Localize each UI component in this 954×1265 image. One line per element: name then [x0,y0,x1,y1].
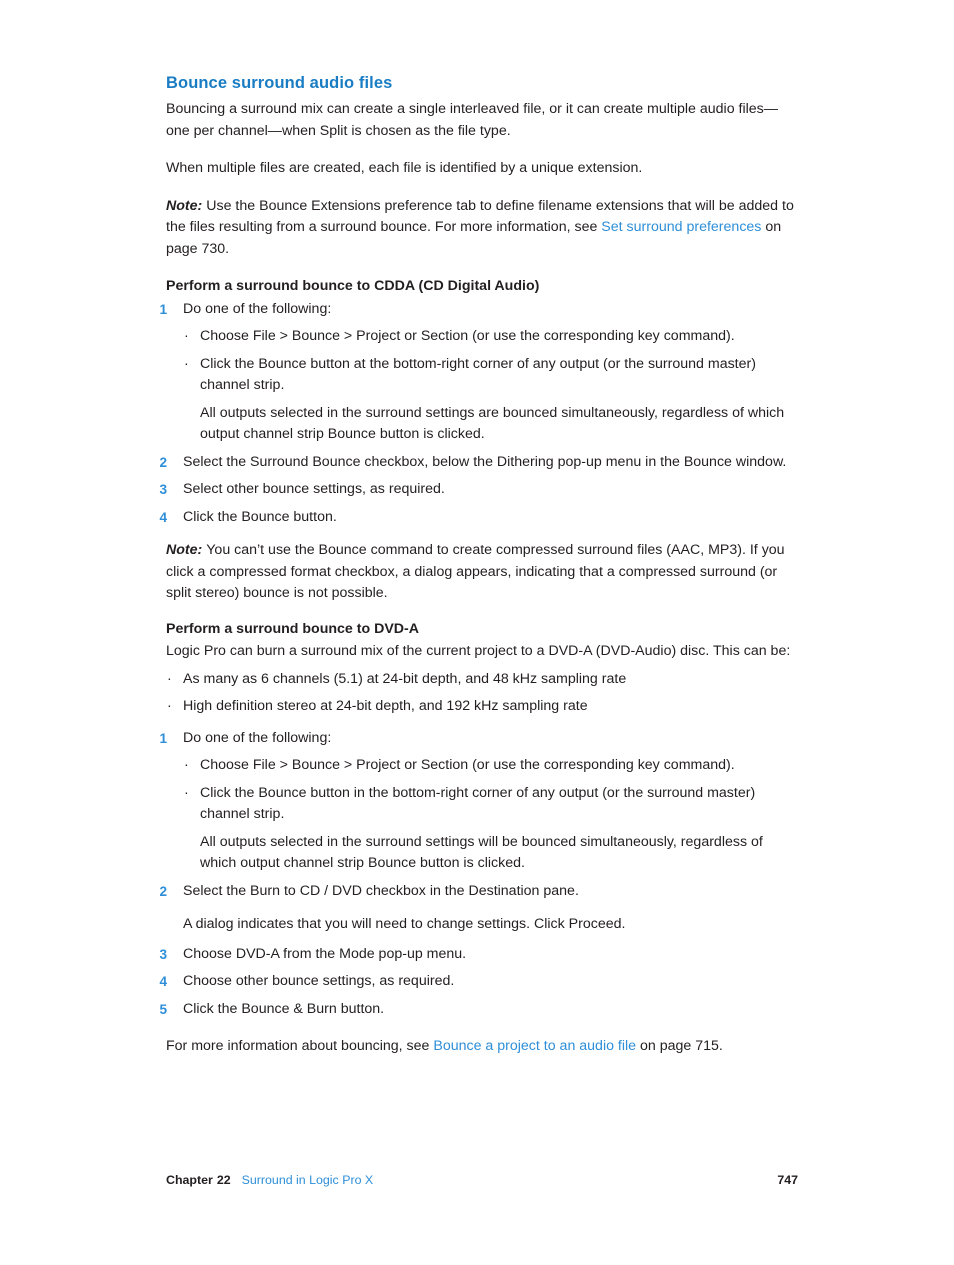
closing-text-before-link: For more information about bouncing, see [166,1038,434,1054]
intro-paragraph-2: When multiple files are created, each fi… [166,160,643,176]
link-bounce-a-project-to-an-audio-file[interactable]: Bounce a project to an audio file [433,1038,636,1054]
step-number: 3 [159,482,167,497]
bullet-text: As many as 6 channels (5.1) at 24-bit de… [183,670,627,687]
footer-chapter-title-link[interactable]: Surround in Logic Pro X [242,1173,374,1187]
dvda-section-title: Perform a surround bounce to DVD-A [166,620,420,637]
step-number: 4 [159,974,167,989]
step-text: Click the Bounce button. [183,508,337,525]
bullet-text: Choose File > Bounce > Project or Sectio… [200,328,735,344]
dvda-step-list: 1 Do one of the following: · Choose File… [159,728,800,1021]
bullet-item: · Click the Bounce button at the bottom-… [183,354,800,397]
note-text: You can’t use the Bounce command to crea… [166,542,785,601]
cdda-section-title: Perform a surround bounce to CDDA (CD Di… [166,278,540,294]
step-number: 3 [159,946,167,962]
dvda-capability-list: · As many as 6 channels (5.1) at 24-bit … [166,669,800,718]
step-number: 5 [159,1001,167,1017]
footer-page-number: 747 [777,1173,798,1187]
footer-chapter-label: Chapter [166,1173,213,1187]
document-page: Bounce surround audio files Bouncing a s… [0,0,954,1265]
step-sub-note: All outputs selected in the surround set… [200,404,785,443]
step-item: 5 Click the Bounce & Burn button. [159,999,800,1021]
bullet-text: Choose File > Bounce > Project or Sectio… [200,757,735,773]
bullet-dot-icon: · [184,757,189,773]
step-text: Do one of the following: [183,729,332,746]
page-title: Bounce surround audio files [166,74,393,92]
bullet-dot-icon: · [184,355,189,372]
step-number: 1 [159,730,167,746]
step-text: Select the Surround Bounce checkbox, bel… [183,453,787,470]
step-item: 1 Do one of the following: · Choose File… [159,728,800,875]
step-number: 4 [159,509,167,525]
bullet-item: · Choose File > Bounce > Project or Sect… [183,326,800,348]
bullet-text: Click the Bounce button at the bottom-ri… [200,355,756,394]
step-number: 1 [159,301,167,317]
closing-text-after-link: on page 715. [636,1038,723,1054]
step-text: Select other bounce settings, as require… [183,481,445,497]
note-label: Note: [166,542,203,558]
page-content: Bounce surround audio files Bouncing a s… [159,72,800,1058]
step-bullet-list: · Choose File > Bounce > Project or Sect… [183,326,800,397]
bullet-item: · Click the Bounce button in the bottom-… [183,783,800,826]
bullet-dot-icon: · [184,784,189,801]
step-number: 2 [159,883,167,899]
bullet-item: · As many as 6 channels (5.1) at 24-bit … [166,669,800,691]
step-item: 4 Choose other bounce settings, as requi… [159,971,800,993]
dvda-closing-paragraph: For more information about bouncing, see… [166,1036,800,1058]
bullet-item: · Choose File > Bounce > Project or Sect… [183,755,800,777]
step-text: Choose other bounce settings, as require… [183,973,455,989]
intro-paragraph-1: Bouncing a surround mix can create a sin… [166,101,778,139]
bullet-dot-icon: · [167,670,172,687]
step-text: Choose DVD-A from the Mode pop-up menu. [183,945,467,962]
cdda-section-note: Note: You can’t use the Bounce command to… [166,540,800,605]
step-item: 3 Select other bounce settings, as requi… [159,479,800,501]
step-item: 1 Do one of the following: · Choose File… [159,299,800,446]
step-item: 3 Choose DVD-A from the Mode pop-up menu… [159,944,800,966]
step-number: 2 [159,454,167,470]
bullet-text: Click the Bounce button in the bottom-ri… [200,784,756,823]
bullet-item: · High definition stereo at 24-bit depth… [166,696,800,718]
step-item: 4 Click the Bounce button. [159,507,800,529]
intro-note: Note: Use the Bounce Extensions preferenc… [166,196,800,261]
cdda-step-list: 1 Do one of the following: · Choose File… [159,299,800,529]
note-label: Note: [166,197,203,214]
bullet-dot-icon: · [167,698,172,714]
step-bullet-list: · Choose File > Bounce > Project or Sect… [183,755,800,826]
bullet-text: High definition stereo at 24-bit depth, … [183,698,588,714]
footer-chapter-number: 22 [216,1173,231,1187]
step-sub-note: A dialog indicates that you will need to… [183,916,626,932]
step-item: 2 Select the Burn to CD / DVD checkbox i… [159,881,800,936]
bullet-dot-icon: · [184,328,189,344]
step-text: Click the Bounce & Burn button. [183,1000,385,1017]
step-sub-note: All outputs selected in the surround set… [200,833,763,872]
step-text: Select the Burn to CD / DVD checkbox in … [183,882,579,899]
page-footer: Chapter 22 Surround in Logic Pro X 747 [166,1172,798,1188]
step-item: 2 Select the Surround Bounce checkbox, b… [159,452,800,474]
dvda-intro-paragraph: Logic Pro can burn a surround mix of the… [166,643,791,659]
step-text: Do one of the following: [183,300,332,317]
link-set-surround-preferences[interactable]: Set surround preferences [601,219,761,235]
